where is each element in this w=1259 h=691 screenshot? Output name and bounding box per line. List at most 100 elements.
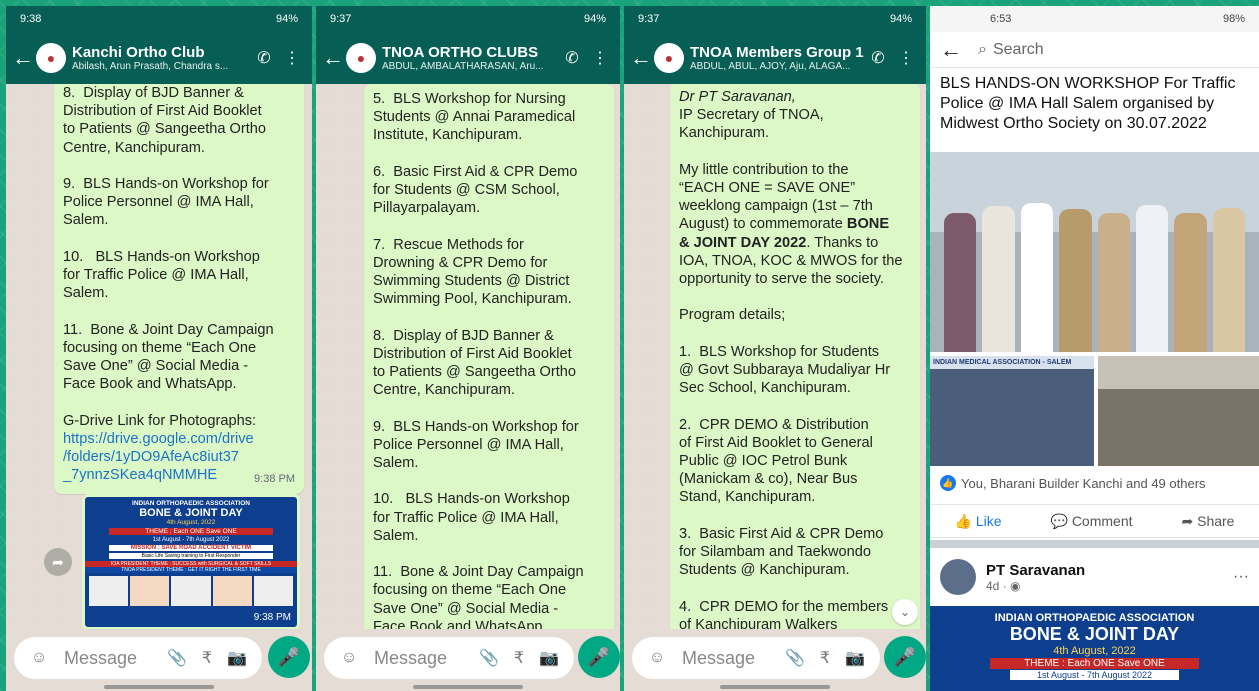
post-photo-left[interactable]: INDIAN MEDICAL ASSOCIATION - SALEM <box>930 356 1094 466</box>
message-bubble[interactable]: 8. Display of BJD Banner & Distribution … <box>54 84 304 495</box>
drive-link[interactable]: https://drive.google.com/drive /folders/… <box>63 431 254 483</box>
attach-icon[interactable]: 📎 <box>162 648 192 668</box>
poster-mission-sub: Basic Life Saving training to First Resp… <box>109 553 273 559</box>
chat-area[interactable]: 8. Display of BJD Banner & Distribution … <box>6 84 312 629</box>
poster-image[interactable]: INDIAN ORTHOPAEDIC ASSOCIATION BONE & JO… <box>82 494 300 629</box>
poster-range: 1st August - 7th August 2022 <box>1010 670 1179 680</box>
post-photo-main[interactable] <box>930 152 1259 352</box>
phone-tnoa-members-group: 9:37 94% ← ● TNOA Members Group 1 ABDUL,… <box>624 6 926 691</box>
group-members: Abilash, Arun Prasath, Chandra s... <box>72 61 229 72</box>
nav-handle[interactable] <box>720 685 830 689</box>
author-name[interactable]: PT Saravanan <box>986 562 1233 579</box>
scroll-down-icon[interactable]: ⌄ <box>892 599 918 625</box>
camera-icon[interactable]: 📷 <box>222 648 252 668</box>
message-sender: Dr PT Saravanan, <box>679 89 796 105</box>
more-options-icon[interactable]: ··· <box>1233 568 1249 586</box>
back-arrow-icon[interactable]: ← <box>940 37 962 63</box>
emoji-icon[interactable]: ☺ <box>24 649 54 667</box>
group-name: TNOA ORTHO CLUBS <box>382 44 539 61</box>
comment-button[interactable]: 💬 Comment <box>1050 513 1132 530</box>
message-bubble[interactable]: 5. BLS Workshop for Nursing Students @ A… <box>364 84 614 629</box>
post-title: BLS HANDS-ON WORKSHOP For Traffic Police… <box>940 75 1236 132</box>
share-button[interactable]: ➦ Share <box>1181 513 1234 530</box>
search-input[interactable]: Search <box>993 41 1044 59</box>
more-options-icon[interactable]: ⋮ <box>892 48 920 68</box>
nav-handle[interactable] <box>104 685 214 689</box>
mic-button[interactable]: 🎤 <box>884 636 926 678</box>
forward-icon[interactable]: ➦ <box>44 548 72 576</box>
poster-date: 4th August, 2022 <box>1053 645 1136 657</box>
chat-area[interactable]: 5. BLS Workshop for Nursing Students @ A… <box>316 84 620 629</box>
phone-kanchi-ortho-club: 9:38 94% ← ● Kanchi Ortho Club Abilash, … <box>6 6 312 691</box>
status-bar: 9:38 94% <box>6 6 312 32</box>
nav-handle[interactable] <box>413 685 523 689</box>
phone-facebook-post: 6:53 98% ← ⌕ Search BLS HANDS-ON WORKSHO… <box>930 6 1259 691</box>
message-text-part2: . Thanks to IOA, TNOA, KOC & MWOS for th… <box>679 234 903 629</box>
camera-icon[interactable]: 📷 <box>534 648 564 668</box>
add-call-icon[interactable]: ✆ <box>250 48 278 68</box>
action-row: 👍 Like 💬 Comment ➦ Share <box>930 504 1259 538</box>
mic-button[interactable]: 🎤 <box>578 636 620 678</box>
message-text: 5. BLS Workshop for Nursing Students @ A… <box>373 91 584 629</box>
chat-area[interactable]: Dr PT Saravanan, IP Secretary of TNOA, K… <box>624 84 926 629</box>
author-avatar[interactable] <box>940 559 976 595</box>
payment-icon[interactable]: ₹ <box>504 648 534 668</box>
status-time: 9:37 <box>330 13 352 25</box>
back-arrow-icon[interactable]: ← <box>322 45 344 71</box>
group-avatar[interactable]: ● <box>346 43 376 73</box>
payment-icon[interactable]: ₹ <box>810 648 840 668</box>
group-members: ABDUL, ABUL, AJOY, Aju, ALAGA... <box>690 61 851 72</box>
message-input[interactable]: ☺ Message 📎 ₹ 📷 <box>14 637 262 679</box>
more-options-icon[interactable]: ⋮ <box>586 48 614 68</box>
attach-icon[interactable]: 📎 <box>780 648 810 668</box>
back-arrow-icon[interactable]: ← <box>630 45 652 71</box>
like-button[interactable]: 👍 Like <box>954 513 1001 530</box>
message-input[interactable]: ☺ Message 📎 ₹ 📷 <box>324 637 574 679</box>
search-bar[interactable]: ← ⌕ Search <box>930 32 1259 68</box>
status-time: 6:53 <box>990 13 1012 25</box>
share-icon: ➦ <box>1181 512 1198 529</box>
search-icon: ⌕ <box>978 40 987 58</box>
poster-date: 4th August, 2022 <box>166 519 216 526</box>
post-photo-right[interactable] <box>1098 356 1259 466</box>
emoji-icon[interactable]: ☺ <box>642 649 672 667</box>
payment-icon[interactable]: ₹ <box>192 648 222 668</box>
poster-org: INDIAN ORTHOPAEDIC ASSOCIATION <box>132 500 250 507</box>
thumbs-up-icon: 👍 <box>954 512 976 529</box>
emoji-icon[interactable]: ☺ <box>334 649 364 667</box>
attach-icon[interactable]: 📎 <box>474 648 504 668</box>
input-bar: ☺ Message 📎 ₹ 📷 🎤 <box>624 629 926 691</box>
camera-icon[interactable]: 📷 <box>840 648 870 668</box>
battery-level: 94% <box>583 13 606 25</box>
group-name: Kanchi Ortho Club <box>72 44 205 61</box>
photo-people <box>944 197 1245 352</box>
message-text: 8. Display of BJD Banner & Distribution … <box>63 85 274 429</box>
comment-label: Comment <box>1071 512 1133 529</box>
group-avatar[interactable]: ● <box>654 43 684 73</box>
like-label: Like <box>975 512 1002 529</box>
chat-title-area[interactable]: Kanchi Ortho Club Abilash, Arun Prasath,… <box>72 44 250 72</box>
message-bubble[interactable]: Dr PT Saravanan, IP Secretary of TNOA, K… <box>670 84 920 629</box>
poster-title: BONE & JOINT DAY <box>1009 624 1180 644</box>
chat-title-area[interactable]: TNOA Members Group 1 ABDUL, ABUL, AJOY, … <box>690 44 864 72</box>
add-call-icon[interactable]: ✆ <box>864 48 892 68</box>
back-arrow-icon[interactable]: ← <box>12 45 34 71</box>
group-members: ABDUL, AMBALATHARASAN, Aru... <box>382 61 544 72</box>
poster-range: 1st August - 7th August 2022 <box>152 537 230 543</box>
more-options-icon[interactable]: ⋮ <box>278 48 306 68</box>
share-label: Share <box>1197 512 1235 529</box>
poster-theme: THEME : Each ONE Save ONE <box>109 528 273 535</box>
next-post-poster[interactable]: INDIAN ORTHOPAEDIC ASSOCIATION BONE & JO… <box>930 606 1259 691</box>
status-time: 9:38 <box>20 13 42 25</box>
photo-banner: INDIAN MEDICAL ASSOCIATION - SALEM <box>930 356 1094 369</box>
poster-tnoa-theme: TNOA PRESIDENT THEME : GET IT RIGHT THE … <box>85 567 297 573</box>
reactions-row[interactable]: 👍 You, Bharani Builder Kanchi and 49 oth… <box>930 472 1259 494</box>
battery-level: 94% <box>889 13 912 25</box>
input-bar: ☺ Message 📎 ₹ 📷 🎤 <box>6 629 312 691</box>
add-call-icon[interactable]: ✆ <box>558 48 586 68</box>
poster-mission: MISSION : SAVE ROAD ACCIDENT VICTIM <box>109 545 273 551</box>
chat-title-area[interactable]: TNOA ORTHO CLUBS ABDUL, AMBALATHARASAN, … <box>382 44 558 72</box>
message-input[interactable]: ☺ Message 📎 ₹ 📷 <box>632 637 880 679</box>
mic-button[interactable]: 🎤 <box>268 636 310 678</box>
group-avatar[interactable]: ● <box>36 43 66 73</box>
